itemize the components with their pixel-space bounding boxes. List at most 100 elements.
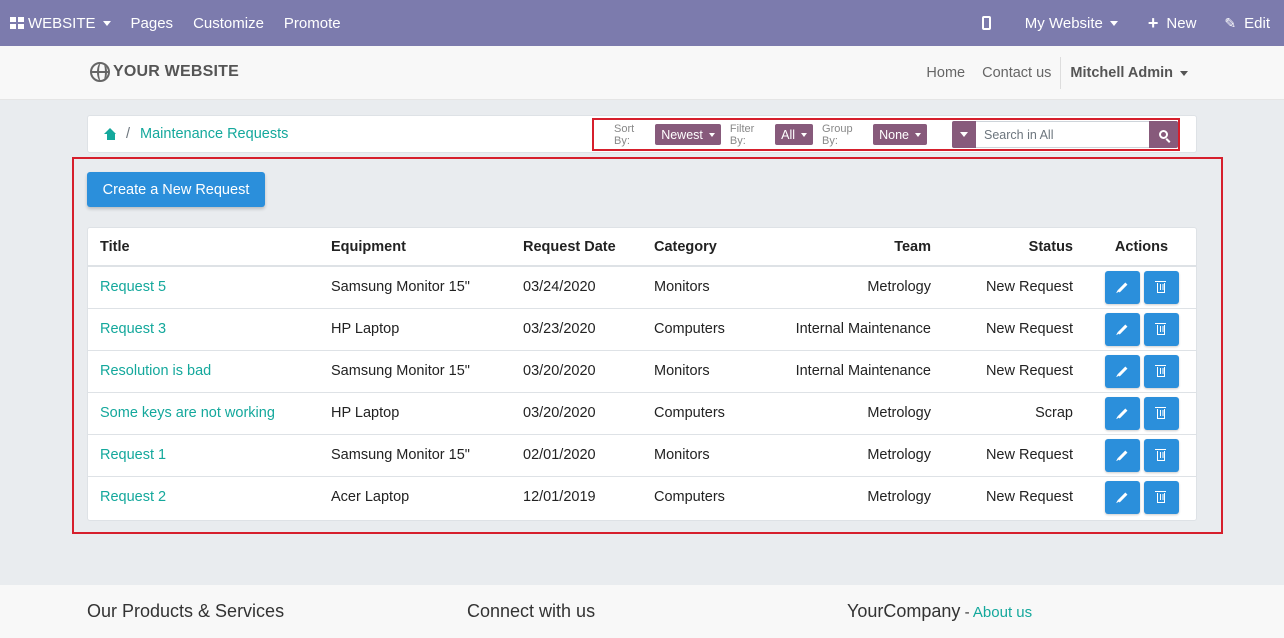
row-title-link[interactable]: Request 1 <box>88 434 319 477</box>
row-team: Metrology <box>773 392 943 435</box>
mobile-phone-icon <box>981 16 991 30</box>
promote-menu[interactable]: Promote <box>284 15 341 32</box>
trash-icon <box>1155 322 1166 335</box>
delete-request-button[interactable] <box>1143 312 1179 346</box>
row-title-link[interactable]: Some keys are not working <box>88 392 319 435</box>
new-content-button[interactable]: + New <box>1148 14 1197 32</box>
nav-contact-us[interactable]: Contact us <box>982 65 1051 81</box>
nav-divider <box>1060 57 1062 89</box>
table-row: Some keys are not working HP Laptop 03/20/… <box>88 392 1196 435</box>
trash-icon <box>1155 406 1166 419</box>
breadcrumb-separator: / <box>126 126 131 142</box>
create-request-button[interactable]: Create a New Request <box>87 172 265 207</box>
logo-text: YOUR WEBSITE <box>113 63 239 80</box>
edit-request-button[interactable] <box>1104 396 1140 430</box>
trash-icon <box>1155 448 1166 461</box>
caret-down-icon <box>1109 20 1118 26</box>
caret-down-icon <box>708 132 715 137</box>
caret-down-icon <box>960 132 968 137</box>
footer-about-us-link[interactable]: About us <box>973 604 1032 621</box>
pages-menu[interactable]: Pages <box>131 15 174 32</box>
mobile-preview-button[interactable] <box>981 16 991 30</box>
delete-request-button[interactable] <box>1143 354 1179 388</box>
user-menu-dropdown[interactable]: Mitchell Admin <box>1070 65 1188 81</box>
search-input[interactable] <box>976 121 1149 148</box>
edit-page-button[interactable]: ✎ Edit <box>1224 15 1270 32</box>
col-team: Team <box>773 228 943 267</box>
caret-down-icon <box>915 132 921 137</box>
site-footer: Our Products & Services Connect with us … <box>0 585 1284 638</box>
edit-request-button[interactable] <box>1104 312 1140 346</box>
row-actions <box>1085 350 1196 393</box>
row-equipment: HP Laptop <box>319 392 511 435</box>
row-team: Metrology <box>773 434 943 477</box>
delete-request-button[interactable] <box>1143 438 1179 472</box>
table-row: Request 1 Samsung Monitor 15" 02/01/2020 Mo… <box>88 434 1196 477</box>
row-category: Computers <box>654 489 725 506</box>
website-menu-label: WEBSITE <box>28 14 96 32</box>
row-title-link[interactable]: Request 5 <box>88 266 319 309</box>
table-row: Resolution is bad Samsung Monitor 15" 03/2… <box>88 350 1196 393</box>
row-title-link[interactable]: Request 3 <box>88 308 319 351</box>
table-row: Request 3 HP Laptop 03/23/2020 Computers Int… <box>88 308 1196 351</box>
filter-label: Filter By: <box>729 122 755 147</box>
row-status: Scrap <box>943 392 1085 435</box>
row-status: New Request <box>943 266 1085 309</box>
website-menu-button[interactable]: WEBSITE <box>10 15 111 32</box>
delete-request-button[interactable] <box>1143 480 1179 514</box>
row-request-date: 03/20/2020 <box>511 392 642 435</box>
pencil-icon <box>1117 408 1127 418</box>
row-equipment: Acer Laptop <box>331 489 410 506</box>
col-status: Status <box>943 228 1085 267</box>
admin-topbar: WEBSITE Pages Customize Promote My Websi… <box>0 0 1284 46</box>
nav-home[interactable]: Home <box>926 65 965 81</box>
site-logo[interactable]: YOUR WEBSITE <box>90 62 239 82</box>
edit-request-button[interactable] <box>1104 354 1140 388</box>
caret-down-icon <box>1180 70 1188 76</box>
filter-dropdown[interactable]: All <box>775 124 814 145</box>
footer-company-name: YourCompany <box>847 601 961 621</box>
row-title-link[interactable]: Resolution is bad <box>88 350 319 393</box>
filter-value: All <box>781 127 796 142</box>
sort-label: Sort By: <box>614 122 635 147</box>
delete-request-button[interactable] <box>1143 270 1179 304</box>
group-dropdown[interactable]: None <box>873 124 927 145</box>
pencil-icon <box>1117 492 1127 503</box>
col-category: Category <box>642 228 773 267</box>
row-title-link[interactable]: Request 2 <box>88 476 319 518</box>
pencil-icon <box>1117 450 1127 460</box>
row-equipment: HP Laptop <box>319 308 511 351</box>
search-button[interactable] <box>1149 121 1178 148</box>
footer-company-dash: - <box>960 604 973 621</box>
group-label: Group By: <box>822 122 853 147</box>
edit-request-button[interactable] <box>1104 270 1140 304</box>
caret-down-icon <box>102 20 111 26</box>
row-category: Monitors <box>642 434 773 477</box>
row-equipment: Samsung Monitor 15" <box>319 350 511 393</box>
plus-icon: + <box>1147 13 1159 33</box>
row-actions <box>1085 434 1196 477</box>
edit-request-button[interactable] <box>1104 438 1140 472</box>
row-category: Computers <box>642 308 773 351</box>
row-actions <box>1085 392 1196 435</box>
row-request-date: 03/23/2020 <box>511 308 642 351</box>
site-selector-dropdown[interactable]: My Website <box>1025 15 1118 32</box>
delete-request-button[interactable] <box>1143 396 1179 430</box>
row-request-date: 12/01/2019 <box>523 489 596 506</box>
row-category: Monitors <box>642 350 773 393</box>
row-actions <box>1085 266 1196 309</box>
trash-icon <box>1155 364 1166 377</box>
trash-icon <box>1155 490 1166 504</box>
breadcrumb: / Maintenance Requests <box>104 126 288 142</box>
home-icon[interactable] <box>104 128 117 140</box>
row-request-date: 02/01/2020 <box>511 434 642 477</box>
edit-request-button[interactable] <box>1104 480 1140 514</box>
breadcrumb-current[interactable]: Maintenance Requests <box>140 126 288 142</box>
customize-menu[interactable]: Customize <box>193 15 264 32</box>
sort-dropdown[interactable]: Newest <box>655 124 721 145</box>
row-team: Internal Maintenance <box>773 350 943 393</box>
main-nav: Home Contact us Mitchell Admin <box>909 46 1188 100</box>
row-equipment: Samsung Monitor 15" <box>319 266 511 309</box>
search-scope-dropdown[interactable] <box>952 121 976 148</box>
pencil-icon <box>1117 324 1127 334</box>
